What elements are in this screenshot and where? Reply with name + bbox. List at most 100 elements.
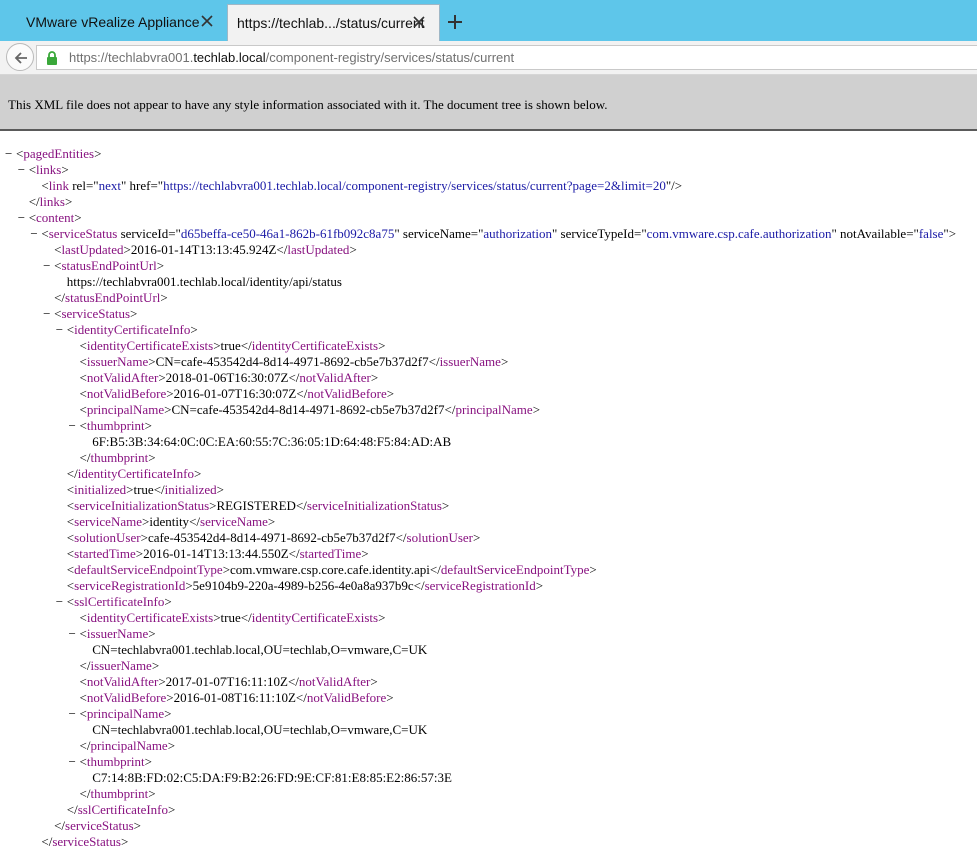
collapse-toggle[interactable]: − — [69, 626, 76, 642]
xml-punct: </ — [240, 610, 252, 625]
xml-line-content: <identityCertificateExists>true</identit… — [80, 338, 386, 354]
xml-text: com.vmware.csp.core.cafe.identity.api — [230, 562, 430, 577]
xml-punct: > — [370, 674, 378, 689]
xml-line: <identityCertificateExists>true</identit… — [0, 610, 977, 626]
xml-line-content: <notValidAfter>2018-01-06T16:30:07Z</not… — [80, 370, 379, 386]
xml-text: true — [220, 610, 241, 625]
xml-punct: > — [168, 802, 176, 817]
xml-punct: > — [185, 578, 193, 593]
xml-text: 2016-01-07T16:30:07Z — [173, 386, 297, 401]
close-icon[interactable] — [199, 13, 215, 29]
xml-tag-name: serviceInitializationStatus — [306, 498, 442, 513]
xml-line: − <issuerName> — [0, 626, 977, 642]
xml-line-content: <identityCertificateExists>true</identit… — [80, 610, 386, 626]
collapse-toggle[interactable]: − — [30, 226, 37, 242]
xml-line: − <thumbprint> — [0, 418, 977, 434]
xml-punct: > — [213, 338, 221, 353]
xml-line-content: <serviceName>identity</serviceName> — [67, 514, 275, 530]
xml-line-content: <notValidAfter>2017-01-07T16:11:10Z</not… — [80, 674, 378, 690]
xml-line-content: <notValidBefore>2016-01-07T16:30:07Z</no… — [80, 386, 395, 402]
xml-line-content: <principalName> — [80, 706, 172, 722]
address-bar[interactable]: https://techlabvra001.techlab.local/comp… — [36, 45, 977, 70]
collapse-toggle[interactable]: − — [69, 754, 76, 770]
collapse-toggle[interactable]: − — [69, 706, 76, 722]
xml-punct: > — [133, 818, 141, 833]
xml-line: <link rel="next" href="https://techlabvr… — [0, 178, 977, 194]
xml-line-content: <sslCertificateInfo> — [67, 594, 172, 610]
xml-line: </principalName> — [0, 738, 977, 754]
xml-line: − <thumbprint> — [0, 754, 977, 770]
xml-line-content: <lastUpdated>2016-01-14T13:13:45.924Z</l… — [54, 242, 357, 258]
xml-punct: < — [79, 370, 87, 385]
collapse-toggle[interactable]: − — [5, 146, 12, 162]
xml-tag-name: initialized — [164, 482, 217, 497]
xml-punct: > — [64, 194, 73, 209]
xml-punct: < — [28, 162, 37, 177]
close-icon[interactable] — [411, 14, 427, 30]
xml-line-content: CN=techlabvra001.techlab.local,OU=techla… — [92, 722, 427, 738]
xml-punct: </ — [79, 786, 91, 801]
xml-punct: > — [473, 530, 481, 545]
xml-punct: < — [79, 386, 87, 401]
xml-info-banner: This XML file does not appear to have an… — [0, 75, 977, 131]
url-path: /component-registry/services/status/curr… — [265, 50, 515, 65]
xml-text: true — [220, 338, 241, 353]
xml-tag-name: thumbprint — [90, 786, 149, 801]
xml-line: − <serviceStatus serviceId="d65beffa-ce50… — [0, 226, 977, 242]
xml-punct: </ — [189, 514, 201, 529]
xml-line-content: <identityCertificateInfo> — [67, 322, 198, 338]
xml-line: C7:14:8B:FD:02:C5:DA:F9:B2:26:FD:9E:CF:8… — [0, 770, 977, 786]
tab-strip: VMware vRealize Appliance https://techla… — [0, 0, 977, 41]
xml-punct: > — [151, 658, 160, 673]
xml-punct: </ — [28, 194, 40, 209]
collapse-toggle[interactable]: − — [56, 594, 63, 610]
xml-line: <issuerName>CN=cafe-453542d4-8d14-4971-8… — [0, 354, 977, 370]
xml-line: <serviceRegistrationId>5e9104b9-220a-498… — [0, 578, 977, 594]
xml-tag-name: startedTime — [299, 546, 362, 561]
xml-attr-value: false — [918, 226, 944, 241]
xml-tag-name: serviceStatus — [61, 306, 131, 321]
xml-punct: > — [140, 530, 148, 545]
xml-tag-name: statusEndPointUrl — [61, 258, 157, 273]
xml-line: <solutionUser>cafe-453542d4-8d14-4971-86… — [0, 530, 977, 546]
xml-punct: > — [948, 226, 957, 241]
xml-tag-name: sslCertificateInfo — [74, 594, 165, 609]
xml-punct: </ — [66, 466, 78, 481]
xml-punct: </ — [79, 658, 91, 673]
xml-line: </serviceStatus> — [0, 834, 977, 850]
xml-punct: > — [222, 562, 231, 577]
new-tab-plus-icon[interactable] — [446, 13, 464, 31]
xml-tag-name: serviceName — [200, 514, 268, 529]
xml-punct: </ — [240, 338, 252, 353]
xml-line-content: <links> — [29, 162, 69, 178]
xml-tag-name: identityCertificateInfo — [77, 466, 194, 481]
xml-line: − <content> — [0, 210, 977, 226]
xml-line: <startedTime>2016-01-14T13:13:44.550Z</s… — [0, 546, 977, 562]
xml-punct: > — [94, 146, 102, 161]
xml-tag-name: issuerName — [86, 354, 149, 369]
xml-line: <notValidAfter>2017-01-07T16:11:10Z</not… — [0, 674, 977, 690]
xml-punct: > — [148, 786, 156, 801]
collapse-toggle[interactable]: − — [69, 418, 76, 434]
xml-tag-name: serviceStatus — [48, 226, 118, 241]
xml-punct: </ — [41, 834, 53, 849]
collapse-toggle[interactable]: − — [56, 322, 63, 338]
xml-tag-name: notValidBefore — [86, 386, 167, 401]
xml-punct: > — [120, 834, 129, 849]
tab-vmware-vrealize-appliance[interactable]: VMware vRealize Appliance — [0, 4, 227, 41]
xml-info-text: This XML file does not appear to have an… — [8, 97, 608, 112]
collapse-toggle[interactable]: − — [18, 162, 25, 178]
collapse-toggle[interactable]: − — [18, 210, 25, 226]
tab-status-current[interactable]: https://techlab.../status/current — [227, 4, 440, 41]
xml-text: CN=techlabvra001.techlab.local,OU=techla… — [92, 722, 428, 737]
back-button[interactable] — [6, 43, 34, 71]
collapse-toggle[interactable]: − — [43, 306, 50, 322]
collapse-toggle[interactable]: − — [43, 258, 50, 274]
xml-attr-value: com.vmware.csp.cafe.authorization — [646, 226, 832, 241]
xml-line: </issuerName> — [0, 658, 977, 674]
xml-line-content: </thumbprint> — [80, 450, 156, 466]
xml-tag-name: thumbprint — [86, 418, 145, 433]
xml-tag-name: notValidBefore — [86, 690, 167, 705]
xml-punct: </ — [413, 578, 425, 593]
xml-attr-value: authorization — [483, 226, 552, 241]
